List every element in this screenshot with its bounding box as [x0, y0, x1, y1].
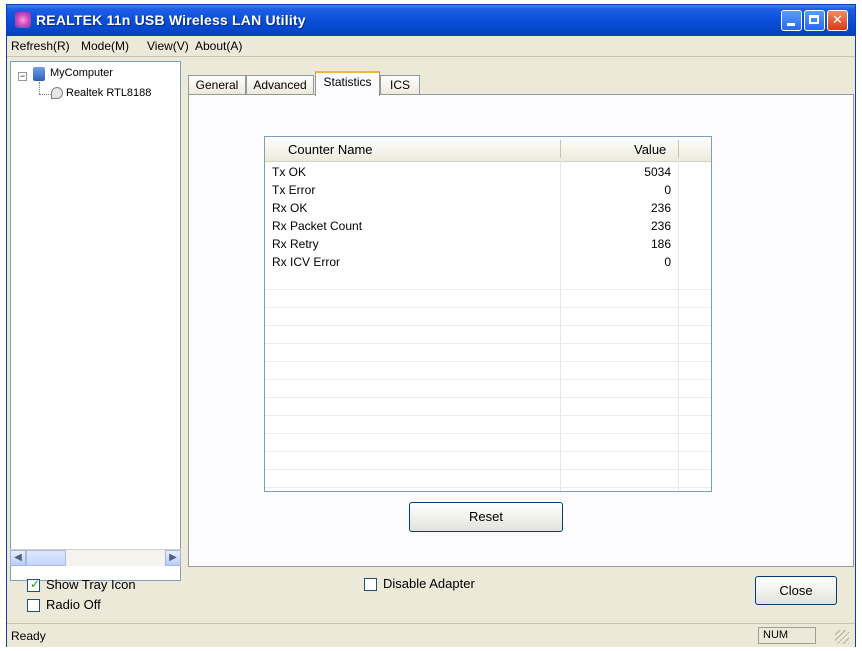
counter-value: 186	[650, 237, 671, 251]
device-tree[interactable]: − MyComputer Realtek RTL8188	[10, 61, 181, 581]
check-icon: ✓	[30, 577, 41, 591]
close-button[interactable]: Close	[755, 576, 837, 605]
table-row[interactable]: Tx Error 0	[265, 181, 711, 199]
status-bar: Ready NUM	[7, 623, 855, 647]
scroll-right-icon[interactable]: ▶	[165, 550, 181, 566]
num-lock-indicator: NUM	[758, 627, 816, 644]
adapter-icon	[51, 87, 63, 99]
close-icon: ✕	[832, 12, 843, 27]
menu-mode[interactable]: Mode(M)	[81, 39, 129, 53]
table-row[interactable]: Rx ICV Error 0	[265, 253, 711, 271]
disable-adapter-label: Disable Adapter	[383, 576, 475, 591]
tab-ics[interactable]: ICS	[380, 75, 420, 95]
maximize-button[interactable]	[804, 10, 825, 31]
menu-refresh[interactable]: Refresh(R)	[11, 39, 70, 53]
close-window-button[interactable]: ✕	[827, 10, 848, 31]
tab-statistics[interactable]: Statistics	[315, 71, 380, 96]
resize-grip-icon[interactable]	[835, 630, 849, 644]
counter-name: Tx Error	[272, 183, 316, 197]
main-window: REALTEK 11n USB Wireless LAN Utility ✕ R…	[6, 4, 856, 647]
computer-icon	[33, 67, 45, 81]
table-row[interactable]: Rx Retry 186	[265, 235, 711, 253]
tree-item-adapter[interactable]: Realtek RTL8188	[66, 87, 151, 99]
minimize-icon	[787, 23, 795, 26]
table-row[interactable]: Rx OK 236	[265, 199, 711, 217]
counter-value: 0	[664, 255, 671, 269]
counter-value: 5034	[644, 165, 671, 179]
reset-button[interactable]: Reset	[409, 502, 563, 532]
scroll-left-icon[interactable]: ◀	[10, 550, 26, 566]
counter-name: Rx ICV Error	[272, 255, 341, 269]
counter-value: 0	[664, 183, 671, 197]
column-header-value[interactable]: Value	[634, 142, 666, 157]
show-tray-icon-checkbox[interactable]: ✓	[27, 577, 41, 592]
window-title: REALTEK 11n USB Wireless LAN Utility	[36, 12, 306, 28]
list-header: Counter Name Value	[265, 137, 711, 162]
maximize-icon	[809, 15, 819, 24]
menu-bar: Refresh(R) Mode(M) View(V) About(A)	[7, 36, 855, 57]
collapse-icon[interactable]: −	[18, 72, 27, 81]
tab-general[interactable]: General	[188, 75, 246, 95]
menu-about[interactable]: About(A)	[195, 39, 242, 53]
title-bar[interactable]: REALTEK 11n USB Wireless LAN Utility ✕	[7, 5, 855, 36]
counter-value: 236	[650, 219, 671, 233]
tree-item-mycomputer[interactable]: MyComputer	[50, 67, 113, 79]
scroll-thumb[interactable]	[26, 550, 66, 566]
column-header-counter-name[interactable]: Counter Name	[288, 142, 373, 157]
tree-horizontal-scrollbar[interactable]: ◀ ▶	[10, 549, 181, 566]
counter-name: Rx Packet Count	[272, 219, 363, 233]
statistics-list[interactable]: Counter Name Value Tx OK 5034 Tx Error 0…	[264, 136, 712, 492]
counter-name: Rx OK	[272, 201, 308, 215]
counter-name: Tx OK	[272, 165, 307, 179]
table-row[interactable]: Rx Packet Count 236	[265, 217, 711, 235]
counter-name: Rx Retry	[272, 237, 319, 251]
radio-off-label: Radio Off	[46, 597, 101, 612]
show-tray-icon-label: Show Tray Icon	[46, 577, 136, 592]
radio-off-checkbox[interactable]	[27, 599, 40, 612]
disable-adapter-checkbox[interactable]	[364, 578, 377, 591]
tab-advanced[interactable]: Advanced	[246, 75, 314, 95]
counter-value: 236	[650, 201, 671, 215]
status-text: Ready	[11, 629, 46, 643]
table-row[interactable]: Tx OK 5034	[265, 163, 711, 181]
minimize-button[interactable]	[781, 10, 802, 31]
app-icon	[15, 12, 31, 28]
menu-view[interactable]: View(V)	[147, 39, 189, 53]
